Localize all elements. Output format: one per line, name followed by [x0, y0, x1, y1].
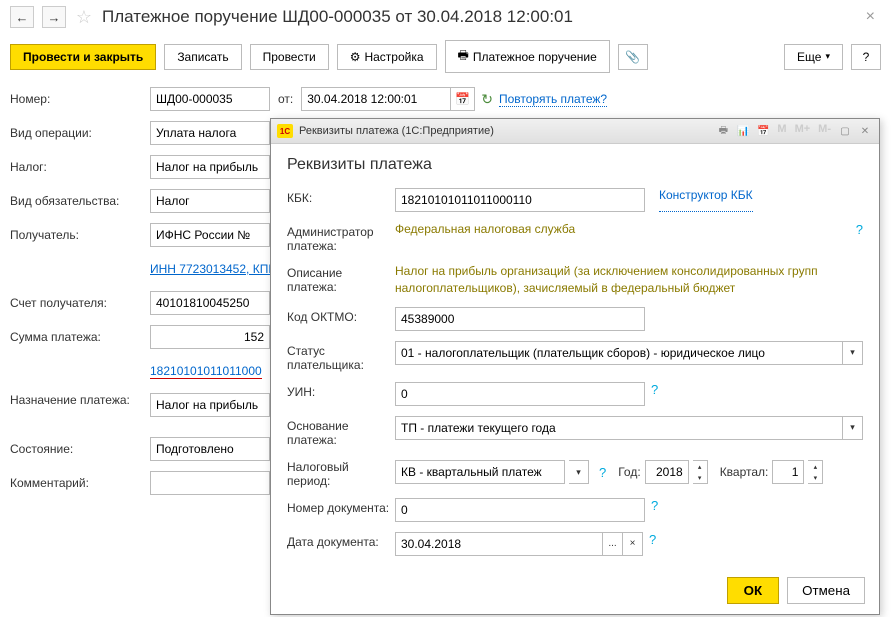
- print-icon[interactable]: 🖶: [715, 123, 731, 139]
- desc-value: Налог на прибыль организаций (за исключе…: [395, 263, 863, 297]
- page-title: Платежное поручение ШД00-000035 от 30.04…: [102, 7, 573, 27]
- period-dropdown-button[interactable]: ▾: [569, 460, 589, 484]
- calc-icon[interactable]: 📊: [735, 123, 751, 139]
- period-select[interactable]: [395, 460, 565, 484]
- uin-label: УИН:: [287, 382, 395, 406]
- ok-button[interactable]: ОК: [727, 577, 780, 604]
- desc-label: Описание платежа:: [287, 263, 395, 297]
- favorite-star-icon[interactable]: ☆: [74, 7, 94, 27]
- kbk-field[interactable]: [395, 188, 645, 212]
- tax-field[interactable]: [150, 155, 270, 179]
- quarter-field[interactable]: [772, 460, 804, 484]
- kbk-constructor-link[interactable]: Конструктор КБК: [659, 188, 753, 212]
- year-label: Год:: [618, 465, 640, 479]
- help-button[interactable]: ?: [851, 44, 881, 70]
- uin-field[interactable]: [395, 382, 645, 406]
- acct-field[interactable]: [150, 291, 270, 315]
- more-button[interactable]: Еще ▾: [784, 44, 843, 70]
- docdate-help-icon[interactable]: ?: [649, 532, 656, 556]
- printer-icon: 🖶: [458, 46, 469, 67]
- m-plus-icon[interactable]: M+: [793, 123, 813, 139]
- sum-field[interactable]: [150, 325, 270, 349]
- period-label: Налоговый период:: [287, 457, 395, 488]
- number-field[interactable]: [150, 87, 270, 111]
- conduct-button[interactable]: Провести: [250, 44, 329, 70]
- payment-requisites-dialog: 1C Реквизиты платежа (1С:Предприятие) 🖶 …: [270, 118, 880, 615]
- sum-label: Сумма платежа:: [10, 330, 150, 344]
- period-help-icon[interactable]: ?: [599, 465, 606, 480]
- 1c-icon: 1C: [277, 124, 293, 138]
- docdate-select-button[interactable]: ...: [603, 532, 623, 556]
- oktmo-field[interactable]: [395, 307, 645, 331]
- admin-value: Федеральная налоговая служба: [395, 222, 575, 253]
- date-field[interactable]: [301, 87, 451, 111]
- docnum-field[interactable]: [395, 498, 645, 522]
- close-icon[interactable]: ×: [860, 8, 881, 26]
- cancel-button[interactable]: Отмена: [787, 577, 865, 604]
- op-type-field[interactable]: [150, 121, 270, 145]
- calendar-button[interactable]: 📅: [451, 87, 475, 111]
- state-label: Состояние:: [10, 442, 150, 456]
- attach-button[interactable]: 📎: [618, 44, 648, 70]
- minimize-icon[interactable]: ▢: [837, 123, 853, 139]
- admin-help-icon[interactable]: ?: [856, 222, 863, 253]
- year-spinner[interactable]: ▴▾: [693, 460, 708, 484]
- gear-icon: ⚙: [350, 50, 361, 64]
- m-minus-icon[interactable]: M-: [816, 123, 833, 139]
- oktmo-label: Код ОКТМО:: [287, 307, 395, 331]
- toolbar: Провести и закрыть Записать Провести ⚙На…: [0, 34, 891, 79]
- year-field[interactable]: [645, 460, 689, 484]
- calendar-icon[interactable]: 📅: [755, 123, 771, 139]
- purpose-field[interactable]: [150, 393, 270, 417]
- docdate-label: Дата документа:: [287, 532, 395, 556]
- obligation-field[interactable]: [150, 189, 270, 213]
- print-button[interactable]: 🖶Платежное поручение: [445, 40, 610, 73]
- modal-close-icon[interactable]: ✕: [857, 123, 873, 139]
- recipient-label: Получатель:: [10, 228, 150, 242]
- op-type-label: Вид операции:: [10, 126, 150, 140]
- basis-label: Основание платежа:: [287, 416, 395, 447]
- header-bar: ← → ☆ Платежное поручение ШД00-000035 от…: [0, 0, 891, 34]
- settings-button[interactable]: ⚙Настройка: [337, 44, 437, 70]
- status-label: Статус плательщика:: [287, 341, 395, 372]
- docdate-field[interactable]: [395, 532, 603, 556]
- m-icon[interactable]: M: [775, 123, 788, 139]
- chevron-down-icon: ▾: [825, 51, 830, 62]
- obligation-label: Вид обязательства:: [10, 194, 150, 208]
- repeat-payment-link[interactable]: Повторять платеж?: [499, 92, 607, 107]
- quarter-spinner[interactable]: ▴▾: [808, 460, 823, 484]
- status-select[interactable]: [395, 341, 843, 365]
- save-button[interactable]: Записать: [164, 44, 241, 70]
- comment-label: Комментарий:: [10, 476, 150, 490]
- modal-titlebar: 1C Реквизиты платежа (1С:Предприятие) 🖶 …: [271, 119, 879, 144]
- docnum-help-icon[interactable]: ?: [651, 498, 658, 522]
- purpose-label: Назначение платежа:: [10, 393, 150, 407]
- modal-window-title: Реквизиты платежа (1С:Предприятие): [299, 125, 494, 137]
- acct-label: Счет получателя:: [10, 296, 150, 310]
- kbk-display-link[interactable]: 18210101011011000: [150, 364, 262, 379]
- state-field[interactable]: [150, 437, 270, 461]
- number-label: Номер:: [10, 92, 150, 106]
- basis-select[interactable]: [395, 416, 843, 440]
- status-dropdown-button[interactable]: ▾: [843, 341, 863, 365]
- quarter-label: Квартал:: [720, 465, 769, 479]
- repeat-icon: ↻: [481, 91, 493, 108]
- recipient-field[interactable]: [150, 223, 270, 247]
- uin-help-icon[interactable]: ?: [651, 382, 658, 406]
- docdate-clear-button[interactable]: ×: [623, 532, 643, 556]
- admin-label: Администратор платежа:: [287, 222, 395, 253]
- comment-field[interactable]: [150, 471, 270, 495]
- modal-heading: Реквизиты платежа: [287, 156, 863, 174]
- from-label: от:: [278, 92, 293, 106]
- nav-forward-button[interactable]: →: [42, 6, 66, 28]
- basis-dropdown-button[interactable]: ▾: [843, 416, 863, 440]
- conduct-and-close-button[interactable]: Провести и закрыть: [10, 44, 156, 70]
- kbk-label: КБК:: [287, 188, 395, 212]
- nav-back-button[interactable]: ←: [10, 6, 34, 28]
- docnum-label: Номер документа:: [287, 498, 395, 522]
- tax-label: Налог:: [10, 160, 150, 174]
